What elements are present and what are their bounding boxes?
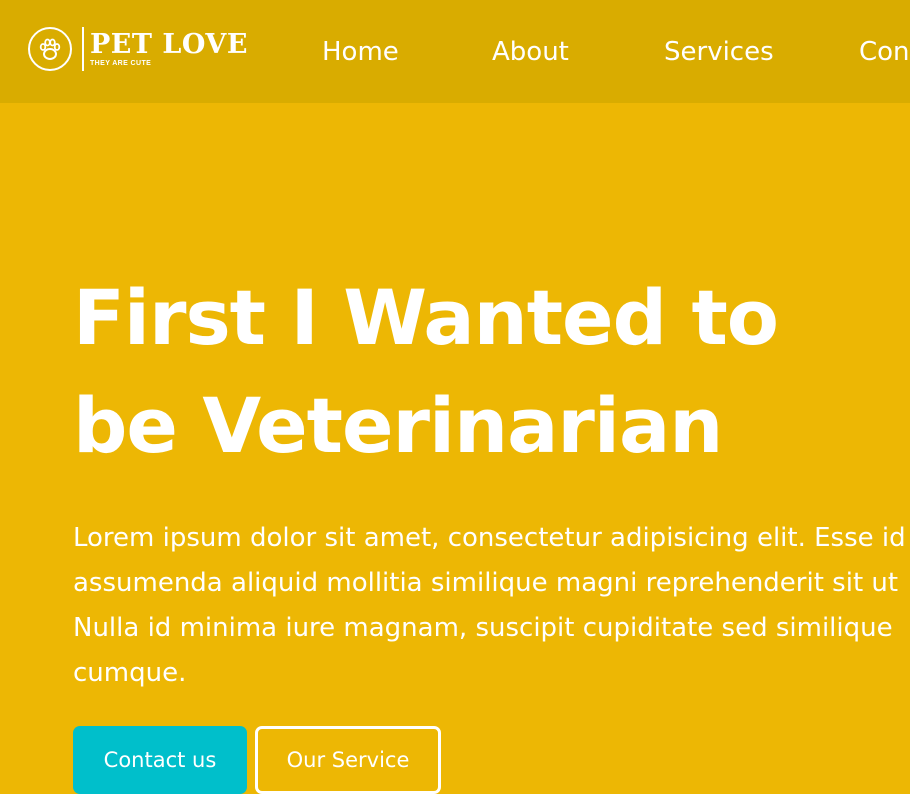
hero-description: Lorem ipsum dolor sit amet, consectetur …	[73, 523, 906, 688]
contact-us-button[interactable]: Contact us	[73, 726, 247, 794]
logo-divider	[82, 27, 84, 71]
brand-name: PET LOVE	[90, 29, 248, 60]
nav-about[interactable]: About	[492, 32, 569, 72]
our-service-button[interactable]: Our Service	[255, 726, 441, 794]
brand-wordmark: PET LOVE They are cute	[90, 30, 248, 68]
hero-title: First I Wanted to be Veterinarian	[73, 273, 779, 470]
brand-logo[interactable]: PET LOVE They are cute	[28, 24, 248, 74]
navbar: PET LOVE They are cute Home About Servic…	[0, 0, 910, 103]
nav-services[interactable]: Services	[664, 32, 774, 72]
nav-contact[interactable]: Contact	[859, 32, 910, 72]
paw-icon	[28, 27, 72, 71]
brand-tagline: They are cute	[90, 60, 152, 67]
nav-home[interactable]: Home	[322, 32, 399, 72]
